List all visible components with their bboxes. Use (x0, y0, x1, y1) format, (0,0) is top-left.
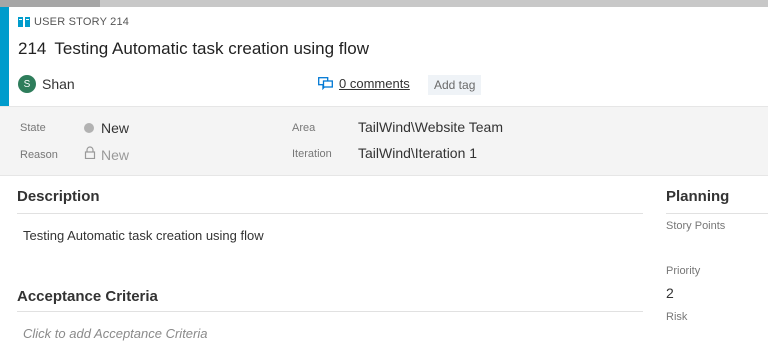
acceptance-criteria-divider (17, 311, 643, 312)
comments-link[interactable]: 0 comments (339, 76, 410, 91)
acceptance-criteria-input[interactable]: Click to add Acceptance Criteria (23, 326, 208, 341)
state-label: State (20, 122, 46, 134)
planning-title: Planning (666, 188, 730, 205)
work-item-title[interactable]: 214 Testing Automatic task creation using… (18, 39, 369, 59)
reason-label: Reason (20, 149, 58, 161)
story-points-label: Story Points (666, 220, 726, 232)
area-value[interactable]: TailWind\Website Team (358, 119, 503, 135)
comments-icon (318, 77, 333, 90)
iteration-value[interactable]: TailWind\Iteration 1 (358, 145, 477, 161)
work-item-id: 214 (18, 39, 47, 58)
state-dot-icon (84, 123, 94, 133)
top-progress-bar (0, 0, 768, 7)
add-tag-button[interactable]: Add tag (428, 75, 482, 95)
avatar: S (18, 75, 36, 93)
risk-label: Risk (666, 311, 688, 323)
lock-icon (84, 146, 96, 159)
iteration-label: Iteration (292, 148, 332, 160)
work-item-type: USER STORY 214 (18, 15, 129, 29)
description-title: Description (17, 188, 100, 205)
work-item-type-label: USER STORY 214 (34, 16, 130, 28)
comments[interactable]: 0 comments (318, 76, 410, 91)
priority-label: Priority (666, 265, 701, 277)
reason-value: New (101, 147, 130, 163)
work-item-header: USER STORY 214 214 Testing Automatic task… (0, 7, 768, 106)
description-text[interactable]: Testing Automatic task creation using fl… (23, 228, 264, 243)
top-progress-fill (0, 0, 100, 7)
assignee-name[interactable]: Shan (42, 76, 75, 92)
work-item-fields: State New Reason New Area TailWind\Websi… (0, 106, 768, 176)
work-item-type-accent (0, 7, 9, 106)
planning-divider (666, 213, 768, 214)
assigned-to[interactable]: S Shan (18, 75, 75, 93)
state-value[interactable]: New (101, 120, 129, 136)
priority-value[interactable]: 2 (666, 285, 674, 301)
area-label: Area (292, 122, 316, 134)
book-icon (18, 17, 30, 27)
description-divider (17, 213, 643, 214)
work-item-title-text[interactable]: Testing Automatic task creation using fl… (54, 39, 369, 58)
acceptance-criteria-title: Acceptance Criteria (17, 288, 158, 305)
